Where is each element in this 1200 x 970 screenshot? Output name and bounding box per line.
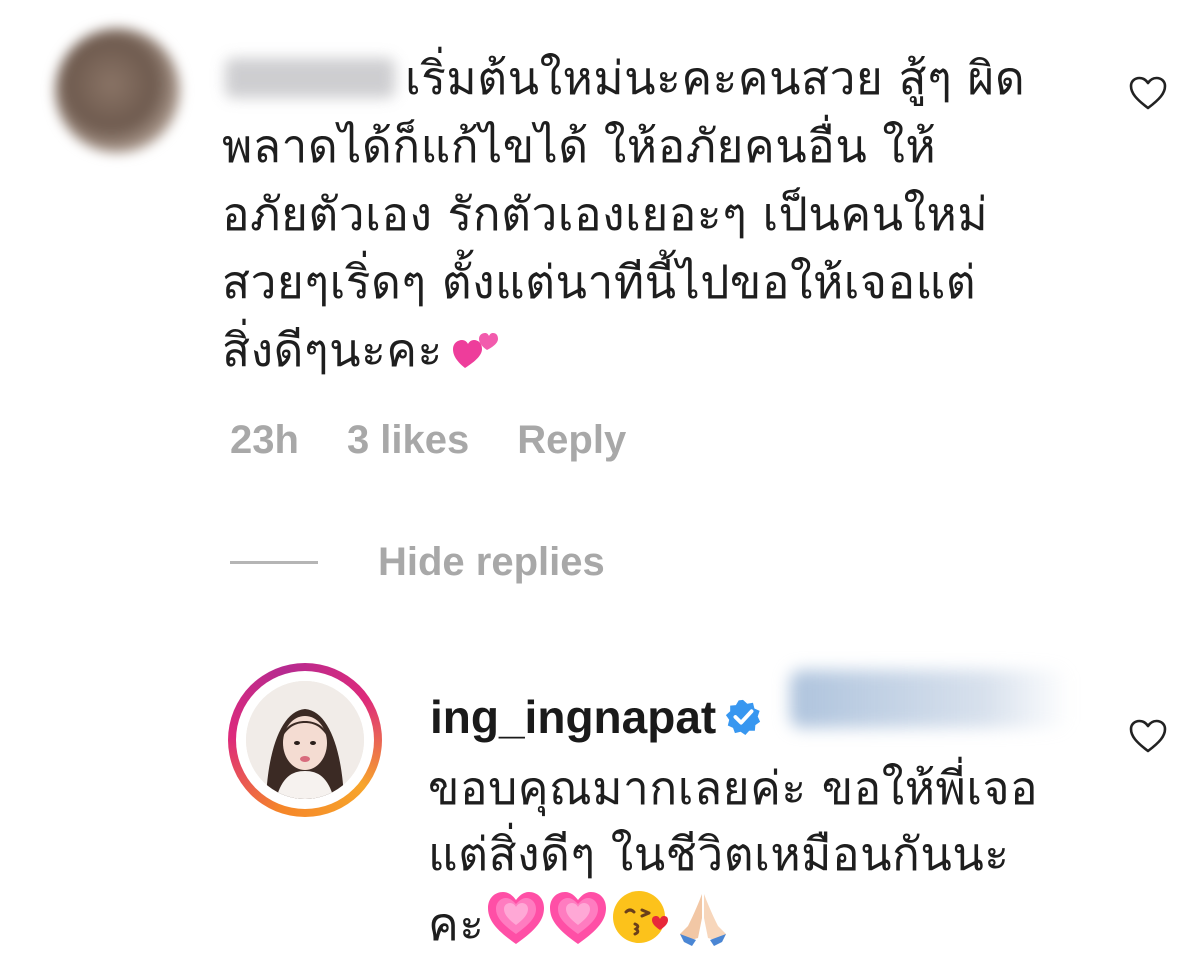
comment-meta: 23h 3 likes Reply [230,418,626,463]
hide-replies-label: Hide replies [378,540,605,584]
reply-username-text: ing_ingnapat [430,691,717,743]
comment-text-line: พลาดได้ก็แก้ไขได้ ให้อภัยคนอื่น ให้ [222,119,937,173]
growing-heart-emoji-icon [488,892,545,944]
commenter-avatar[interactable] [55,28,180,153]
comment-time: 23h [230,418,299,462]
reply-avatar[interactable] [228,663,382,817]
verified-badge-icon [726,699,761,736]
reply-username[interactable]: ing_ingnapat [430,690,762,744]
profile-photo-image [246,681,364,799]
two-hearts-emoji-icon [452,333,498,368]
comment-text-line: เริ่มต้นใหม่นะคะคนสวย สู้ๆ ผิด [405,51,1026,105]
divider-line [230,561,318,564]
comment-text-last: สิ่งดีๆนะคะ [222,323,443,377]
kissing-face-emoji-icon [613,891,669,943]
mention-redacted [790,670,1070,728]
folded-hands-emoji-icon [680,894,727,946]
profile-photo [246,681,364,799]
hide-replies-button[interactable]: Hide replies [230,540,605,585]
comment-text-line: อภัยตัวเอง รักตัวเองเยอะๆ เป็นคนใหม่ [222,187,989,241]
comment-text-line: สวยๆเริ่ดๆ ตั้งแต่นาทีนี้ไปขอให้เจอแต่ [222,255,977,309]
reply-text-line: คะ [428,886,732,956]
comment-likes[interactable]: 3 likes [347,418,469,463]
commenter-username-redacted [225,58,395,98]
reply-text-last: คะ [428,897,485,951]
like-heart-icon[interactable] [1128,718,1168,754]
growing-heart-emoji-icon [550,892,607,944]
story-ring-inner [236,671,374,809]
reply-text-line: แต่สิ่งดีๆ ในชีวิตเหมือนกันนะ [428,827,1010,881]
reply-button[interactable]: Reply [517,418,626,463]
like-heart-icon[interactable] [1128,75,1168,111]
comment-text-line: สิ่งดีๆนะคะ [222,318,499,382]
reply-text-line: ขอบคุณมากเลยค่ะ ขอให้พี่เจอ [428,761,1039,815]
